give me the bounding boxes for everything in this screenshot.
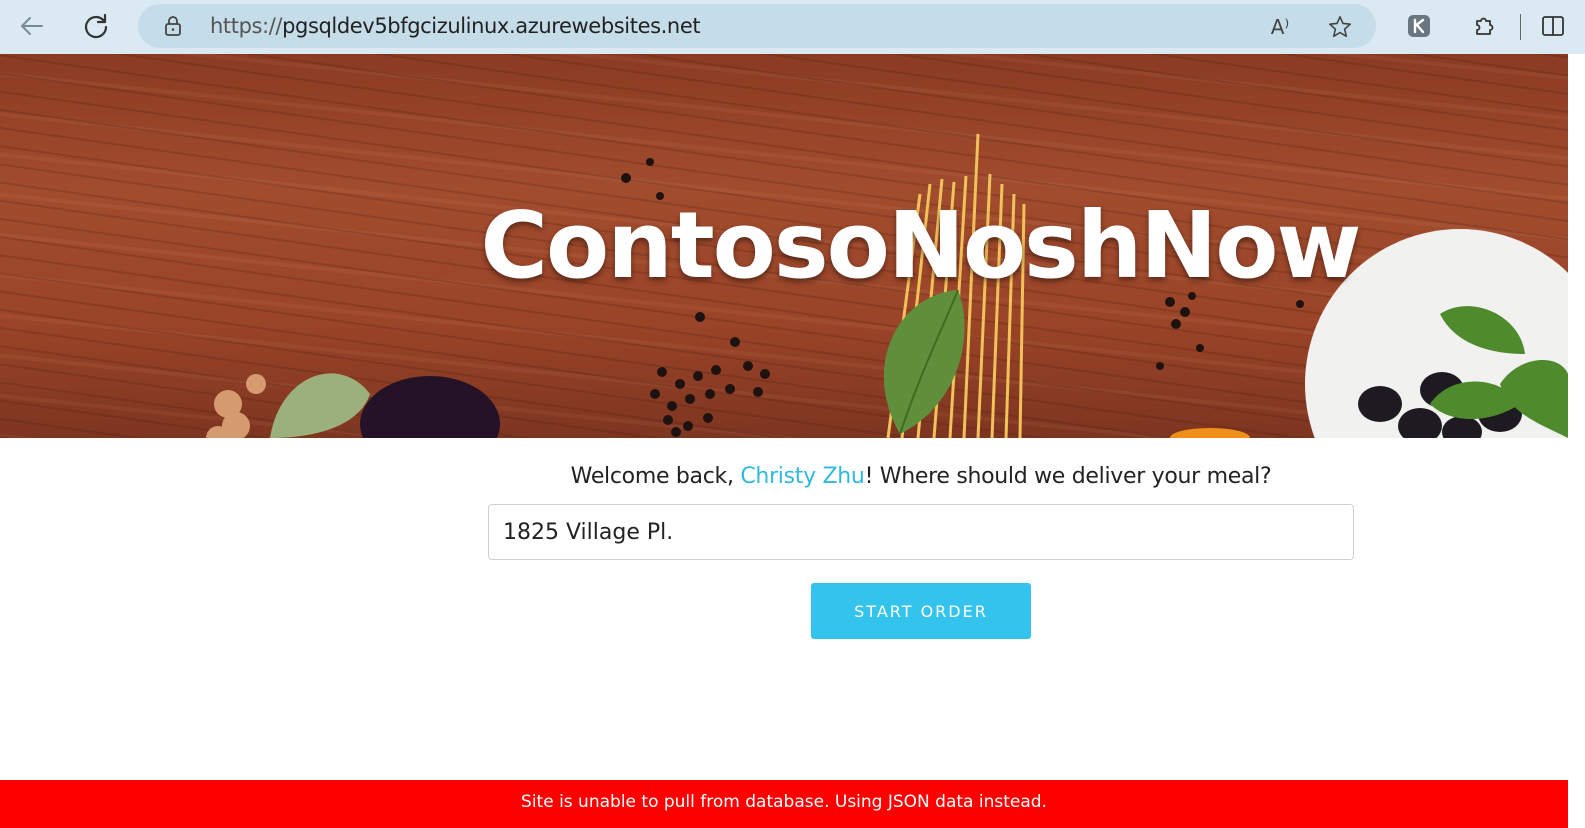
read-aloud-icon: A⁾ (1270, 15, 1290, 39)
page-scrollbar[interactable] (1568, 54, 1585, 828)
user-name-link[interactable]: Christy Zhu (740, 464, 865, 489)
refresh-icon (84, 13, 108, 39)
url-text[interactable]: https://pgsqldev5bfgcizulinux.azurewebsi… (210, 14, 701, 38)
extension-badge-button[interactable] (1404, 11, 1434, 41)
extensions-button[interactable] (1470, 11, 1500, 41)
read-aloud-button[interactable]: A⁾ (1266, 13, 1294, 41)
hero-title: ContosoNoshNow (480, 192, 1361, 299)
delivery-address-input[interactable] (488, 504, 1354, 560)
url-host: pgsqldev5bfgcizulinux.azurewebsites.net (282, 14, 701, 38)
back-icon (21, 17, 43, 35)
database-error-banner: Site is unable to pull from database. Us… (0, 780, 1568, 828)
welcome-message: Welcome back, Christy Zhu! Where should … (488, 464, 1354, 489)
welcome-suffix: ! Where should we deliver your meal? (864, 464, 1272, 489)
toolbar-divider (1520, 14, 1521, 40)
lock-icon[interactable] (162, 15, 184, 37)
hero-banner: ContosoNoshNow (0, 54, 1568, 438)
split-screen-icon (1542, 16, 1564, 36)
extensions-puzzle-icon (1476, 17, 1494, 35)
welcome-prefix: Welcome back, (570, 464, 741, 489)
address-bar[interactable]: https://pgsqldev5bfgcizulinux.azurewebsi… (138, 4, 1376, 48)
browser-toolbar: https://pgsqldev5bfgcizulinux.azurewebsi… (0, 0, 1585, 54)
back-button[interactable] (12, 8, 52, 44)
refresh-button[interactable] (76, 8, 116, 44)
split-screen-button[interactable] (1538, 11, 1568, 41)
start-order-button[interactable]: START ORDER (811, 583, 1031, 639)
extension-badge-icon (1408, 15, 1430, 37)
favorite-star-icon (1328, 15, 1352, 38)
url-protocol: https:// (210, 14, 283, 38)
favorite-button[interactable] (1326, 13, 1354, 41)
